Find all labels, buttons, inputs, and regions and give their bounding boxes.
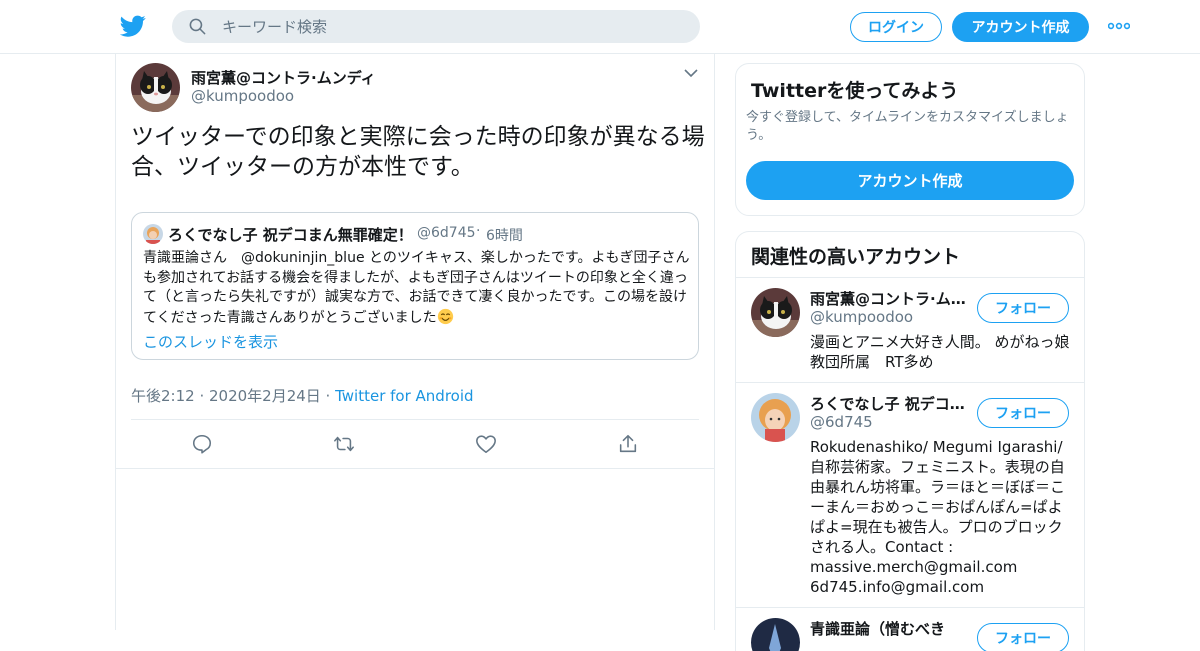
avatar[interactable]	[751, 288, 800, 337]
signup-card-subtitle: 今すぐ登録して、タイムラインをカスタマイズしましょう。	[746, 110, 1069, 143]
chevron-down-icon[interactable]	[684, 68, 698, 78]
account-item[interactable]: 雨宮薫@コントラ·ムンディ @kumpoodoo フォロー 漫画とアニメ大好き人…	[736, 277, 1084, 382]
account-item[interactable]: 青識亜論（憎むべき フォロー	[736, 607, 1084, 651]
search-input[interactable]	[222, 10, 682, 43]
avatar[interactable]	[751, 393, 800, 442]
account-bio: Rokudenashiko/ Megumi Igarashi/ 自称芸術家。フェ…	[810, 438, 1066, 596]
avatar[interactable]	[751, 618, 800, 651]
quoted-author-handle: @6d745	[417, 225, 476, 241]
tweet-text: ツイッターでの印象と実際に会った時の印象が異なる場合、ツイッターの方が本性です。	[131, 124, 705, 180]
account-bio: 漫画とアニメ大好き人間。 めがねっ娘教団所属 RT多め	[810, 333, 1070, 371]
like-icon[interactable]	[475, 433, 497, 455]
follow-button[interactable]: フォロー	[977, 623, 1069, 651]
tweet-column: 雨宮薫@コントラ·ムンディ @kumpoodoo ツイッターでの印象と実際に会っ…	[115, 54, 715, 630]
divider	[116, 468, 714, 469]
smiling-face-emoji-icon	[437, 308, 453, 324]
account-handle[interactable]: @6d745	[810, 413, 873, 431]
quoted-separator: ·	[476, 223, 481, 239]
search-icon	[189, 18, 206, 35]
more-icon[interactable]	[1108, 22, 1130, 30]
account-handle[interactable]: @kumpoodoo	[810, 308, 913, 326]
quoted-tweet[interactable]: ろくでなし子 祝デコまん無罪確定！ @6d745 · 6時間 青識亜論さん @d…	[131, 212, 699, 360]
signup-card-button[interactable]: アカウント作成	[746, 161, 1074, 200]
retweet-icon[interactable]	[333, 433, 355, 455]
quoted-author-name: ろくでなし子 祝デコまん無罪確定！	[168, 226, 413, 244]
twitter-bird-icon[interactable]	[120, 13, 146, 39]
search-bar[interactable]	[172, 10, 700, 43]
share-icon[interactable]	[617, 433, 639, 455]
divider	[131, 419, 699, 420]
related-accounts-card: 関連性の高いアカウント 雨宮薫@コントラ·ムンディ @kumpoodoo フォロ…	[735, 231, 1085, 651]
login-button[interactable]: ログイン	[850, 12, 942, 42]
reply-icon[interactable]	[191, 433, 213, 455]
quoted-avatar	[143, 224, 163, 244]
follow-button[interactable]: フォロー	[977, 293, 1069, 323]
quoted-time: 6時間	[486, 228, 523, 244]
account-name[interactable]: 青識亜論（憎むべき	[810, 618, 972, 639]
account-name[interactable]: ろくでなし子 祝デコまん無罪確定！	[810, 393, 972, 414]
cat-avatar-icon	[131, 63, 180, 112]
signup-card-title: Twitterを使ってみよう	[751, 80, 959, 102]
related-accounts-title: 関連性の高いアカウント	[751, 246, 961, 268]
show-thread-link[interactable]: このスレッドを表示	[143, 331, 278, 352]
tweet-timestamp[interactable]: 午後2:12 · 2020年2月24日 ·	[131, 387, 335, 405]
author-name[interactable]: 雨宮薫@コントラ·ムンディ	[191, 67, 376, 88]
tweet-meta: 午後2:12 · 2020年2月24日 · Twitter for Androi…	[131, 385, 474, 406]
signup-card: Twitterを使ってみよう 今すぐ登録して、タイムラインをカスタマイズしましょ…	[735, 63, 1085, 216]
signup-button[interactable]: アカウント作成	[952, 12, 1089, 42]
follow-button[interactable]: フォロー	[977, 398, 1069, 428]
avatar[interactable]	[131, 63, 180, 112]
account-item[interactable]: ろくでなし子 祝デコまん無罪確定！ @6d745 フォロー Rokudenash…	[736, 382, 1084, 607]
account-name[interactable]: 雨宮薫@コントラ·ムンディ	[810, 288, 972, 309]
author-handle[interactable]: @kumpoodoo	[191, 87, 294, 105]
top-bar: ログイン アカウント作成	[0, 0, 1200, 54]
tweet-source-link[interactable]: Twitter for Android	[335, 387, 473, 405]
quoted-text: 青識亜論さん @dokuninjin_blue とのツイキャス、楽しかったです。…	[143, 250, 690, 326]
